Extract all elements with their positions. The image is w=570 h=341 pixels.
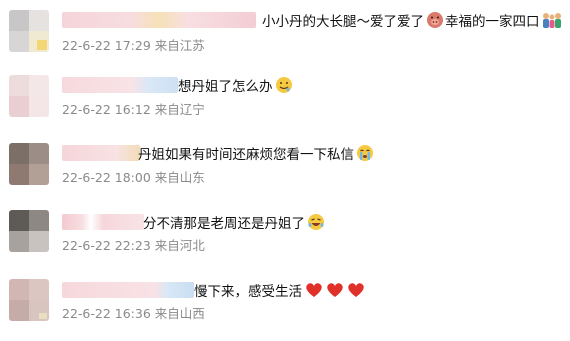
comment-meta: 22-6-22 16:12 来自辽宁 [62, 102, 205, 117]
comment-item: 丹姐如果有时间还麻烦您看一下私信 22-6-22 18:00 来自山东 [0, 135, 570, 203]
comment-item: 小小丹的大长腿～爱了爱了 幸福的一家四口 22-6-22 17:29 来自江苏 [0, 2, 570, 70]
laughing-face-icon [306, 213, 326, 236]
avatar[interactable] [9, 10, 49, 52]
comment-meta: 22-6-22 16:36 来自山西 [62, 306, 205, 321]
family-icon [541, 11, 563, 34]
username-blurred[interactable] [62, 77, 178, 93]
comment-meta: 22-6-22 18:00 来自山东 [62, 170, 205, 185]
comment-item: 慢下来，感受生活 22-6-22 16:36 来自山西 [0, 271, 570, 339]
comment-text: 小小丹的大长腿～爱了爱了 幸福的一家四口 [262, 11, 563, 34]
avatar[interactable] [9, 279, 49, 321]
drooling-face-icon [274, 76, 294, 99]
avatar[interactable] [9, 210, 49, 252]
username-blurred[interactable] [62, 282, 194, 298]
comment-meta: 22-6-22 22:23 来自河北 [62, 238, 205, 253]
red-heart-icon [348, 283, 364, 297]
red-heart-icon [304, 281, 367, 304]
pig-face-icon [425, 11, 445, 34]
username-blurred[interactable] [62, 145, 140, 161]
avatar[interactable] [9, 75, 49, 117]
comment-text: 丹姐如果有时间还麻烦您看一下私信 [138, 144, 375, 167]
username-blurred[interactable] [62, 214, 144, 230]
avatar[interactable] [9, 143, 49, 185]
comment-text: 慢下来，感受生活 [194, 281, 367, 304]
comment-meta: 22-6-22 17:29 来自江苏 [62, 38, 205, 53]
comment-text: 分不清那是老周还是丹姐了 [143, 213, 326, 236]
comment-text: 想丹姐了怎么办 [178, 76, 294, 99]
comment-item: 分不清那是老周还是丹姐了 22-6-22 22:23 来自河北 [0, 203, 570, 271]
crying-face-icon [355, 144, 375, 167]
username-blurred[interactable] [62, 12, 256, 28]
comment-item: 想丹姐了怎么办 22-6-22 16:12 来自辽宁 [0, 68, 570, 136]
red-heart-icon [327, 283, 343, 297]
